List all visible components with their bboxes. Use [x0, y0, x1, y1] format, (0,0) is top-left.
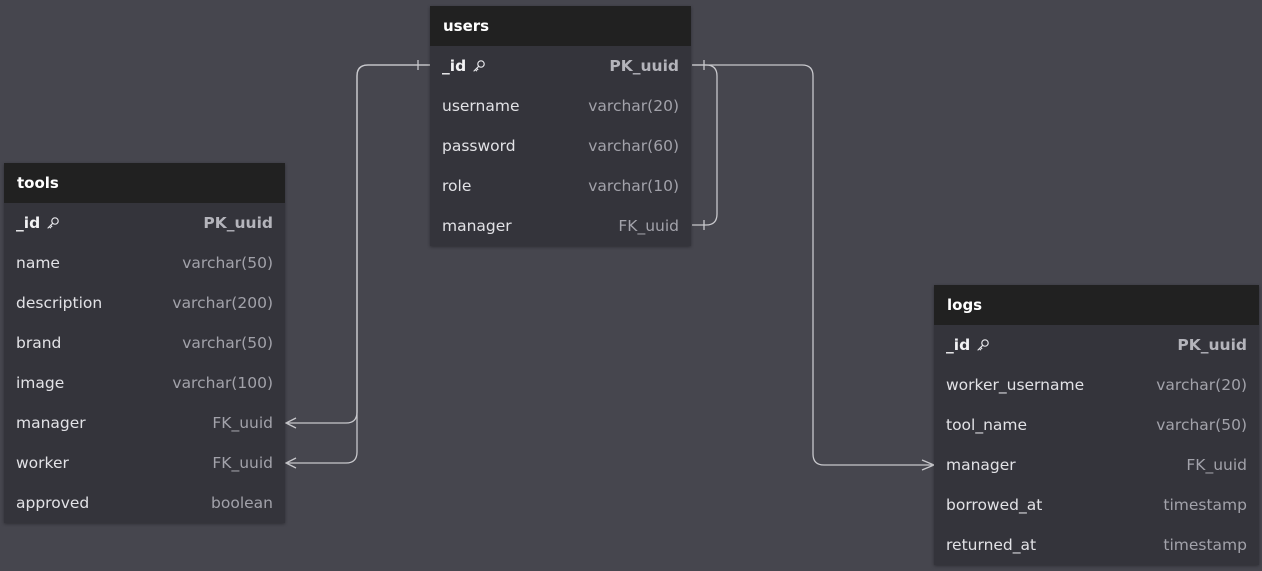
table-row[interactable]: image varchar(100): [4, 363, 285, 403]
relationship-tools-manager-users-id: [286, 64, 430, 424]
key-icon: [977, 339, 989, 351]
column-name: role: [442, 166, 471, 206]
column-name: password: [442, 126, 516, 166]
table-row[interactable]: brand varchar(50): [4, 323, 285, 363]
table-row[interactable]: borrowed_at timestamp: [934, 485, 1259, 525]
table-row[interactable]: _id PK_uuid: [4, 203, 285, 243]
column-name-text: image: [16, 374, 65, 392]
table-row[interactable]: role varchar(10): [430, 166, 691, 206]
column-name-text: _id: [946, 336, 971, 354]
key-icon: [47, 217, 59, 229]
column-type: FK_uuid: [618, 217, 679, 235]
column-name-text: _id: [16, 214, 41, 232]
column-type: timestamp: [1163, 496, 1247, 514]
column-name: name: [16, 243, 60, 283]
column-name: username: [442, 86, 520, 126]
diagram-canvas: users _id PK_uuid username varchar(20) passw…: [0, 0, 1262, 571]
column-type: varchar(10): [588, 177, 679, 195]
column-name-text: name: [16, 254, 60, 272]
column-type: FK_uuid: [1186, 456, 1247, 474]
table-tools[interactable]: tools _id PK_uuidname varchar(50) descripti…: [4, 163, 285, 523]
column-name-text: borrowed_at: [946, 496, 1043, 514]
column-name-text: manager: [16, 414, 86, 432]
column-name-text: _id: [442, 57, 467, 75]
table-row[interactable]: returned_at timestamp: [934, 525, 1259, 565]
column-name-text: manager: [442, 217, 512, 235]
relationship-tools-worker-users-id: [286, 64, 430, 464]
table-header[interactable]: tools: [4, 163, 285, 203]
column-name: manager: [946, 445, 1016, 485]
column-name: worker_username: [946, 365, 1084, 405]
table-logs[interactable]: logs _id PK_uuid worker_username varchar(20…: [934, 285, 1259, 565]
column-type: varchar(50): [1156, 416, 1247, 434]
column-name: manager: [16, 403, 86, 443]
column-name: _id: [946, 325, 990, 365]
column-type: PK_uuid: [1177, 336, 1247, 354]
relationship-users-manager-users-id: [692, 64, 718, 226]
table-row[interactable]: _id PK_uuid: [934, 325, 1259, 365]
column-name-text: worker_username: [946, 376, 1085, 394]
column-type: varchar(200): [172, 294, 273, 312]
column-type: FK_uuid: [212, 454, 273, 472]
column-type: varchar(50): [182, 334, 273, 352]
column-name-text: manager: [946, 456, 1016, 474]
column-name-text: role: [442, 177, 472, 195]
table-row[interactable]: username varchar(20): [430, 86, 691, 126]
column-name-text: returned_at: [946, 536, 1037, 554]
column-type: varchar(100): [172, 374, 273, 392]
column-name: image: [16, 363, 64, 403]
column-name-text: approved: [16, 494, 90, 512]
column-name: returned_at: [946, 525, 1036, 565]
table-row[interactable]: worker_username varchar(20): [934, 365, 1259, 405]
column-name-text: brand: [16, 334, 62, 352]
table-row[interactable]: name varchar(50): [4, 243, 285, 283]
column-type: boolean: [211, 494, 273, 512]
column-name: _id: [442, 46, 486, 86]
relationship-logs-manager-users-id: [692, 64, 934, 466]
column-type: timestamp: [1163, 536, 1247, 554]
table-users[interactable]: users _id PK_uuid username varchar(20) passw…: [430, 6, 691, 246]
column-type: varchar(60): [588, 137, 679, 155]
table-row[interactable]: manager FK_uuid: [934, 445, 1259, 485]
table-row[interactable]: description varchar(200): [4, 283, 285, 323]
table-row[interactable]: worker FK_uuid: [4, 443, 285, 483]
column-name: description: [16, 283, 102, 323]
table-row[interactable]: tool_name varchar(50): [934, 405, 1259, 445]
table-header[interactable]: users: [430, 6, 691, 46]
column-name-text: password: [442, 137, 516, 155]
column-type: varchar(20): [1156, 376, 1247, 394]
column-name-text: username: [442, 97, 520, 115]
column-name: borrowed_at: [946, 485, 1042, 525]
column-name: worker: [16, 443, 69, 483]
table-row[interactable]: manager FK_uuid: [430, 206, 691, 246]
table-row[interactable]: approved boolean: [4, 483, 285, 523]
column-type: FK_uuid: [212, 414, 273, 432]
table-row[interactable]: password varchar(60): [430, 126, 691, 166]
column-name-text: description: [16, 294, 103, 312]
column-name: approved: [16, 483, 89, 523]
table-row[interactable]: _id PK_uuid: [430, 46, 691, 86]
column-name-text: tool_name: [946, 416, 1028, 434]
table-row[interactable]: manager FK_uuid: [4, 403, 285, 443]
column-name: tool_name: [946, 405, 1027, 445]
column-name: brand: [16, 323, 61, 363]
key-icon: [473, 60, 485, 72]
column-type: PK_uuid: [203, 214, 273, 232]
column-name: _id: [16, 203, 60, 243]
table-header[interactable]: logs: [934, 285, 1259, 325]
column-type: varchar(20): [588, 97, 679, 115]
column-name-text: worker: [16, 454, 69, 472]
column-type: varchar(50): [182, 254, 273, 272]
column-name: manager: [442, 206, 512, 246]
column-type: PK_uuid: [609, 57, 679, 75]
